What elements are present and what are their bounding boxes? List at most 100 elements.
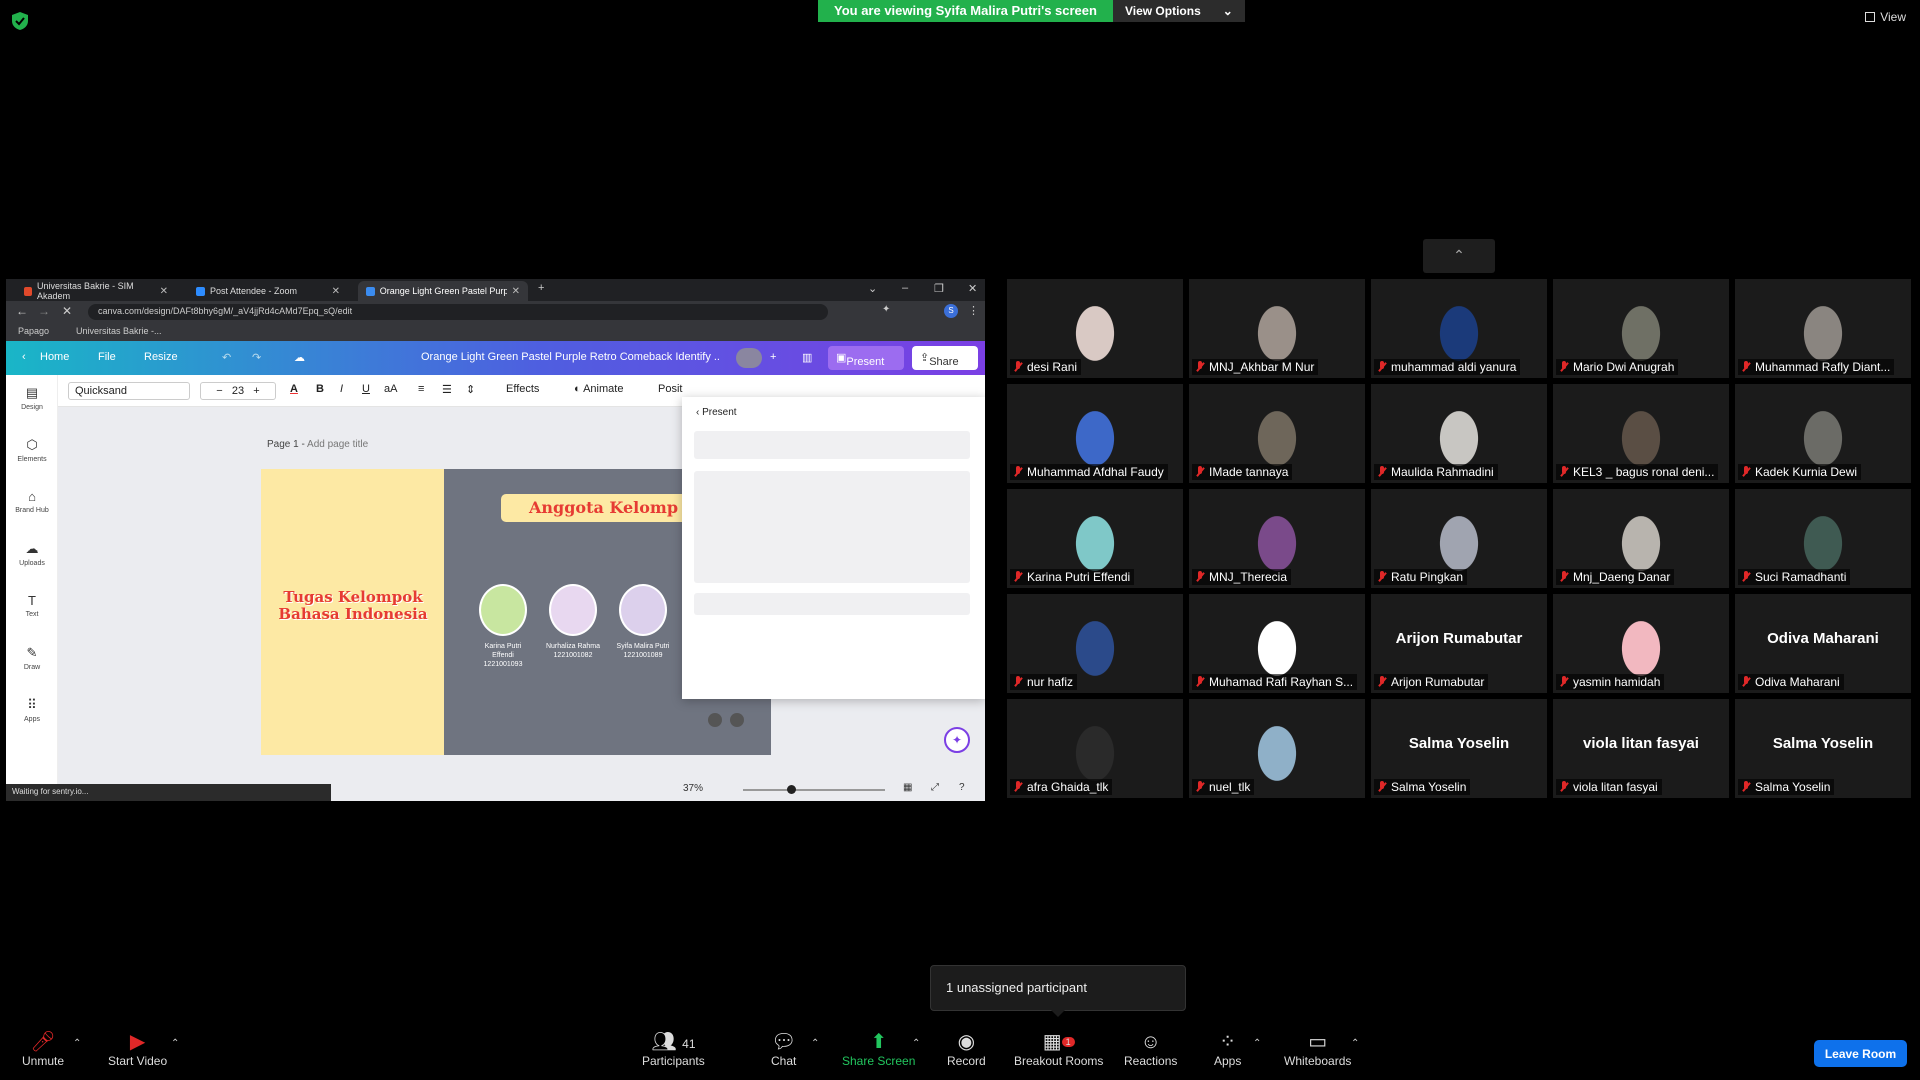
- security-shield-icon[interactable]: [12, 12, 28, 30]
- browser-tab-active[interactable]: Orange Light Green Pastel Purple ✕: [358, 281, 528, 301]
- participant-tile[interactable]: Muhamad Rafi Rayhan S...: [1189, 594, 1365, 693]
- member-card[interactable]: Syifa Malira Putri 1221001089: [615, 584, 671, 660]
- participant-tile[interactable]: viola litan fasyai viola litan fasyai: [1553, 699, 1729, 798]
- video-options-chevron-icon[interactable]: ⌃: [171, 1038, 179, 1049]
- font-size-stepper[interactable]: − 23 +: [200, 382, 276, 400]
- participant-tile[interactable]: nuel_tlk: [1189, 699, 1365, 798]
- stop-loading-icon[interactable]: ✕: [62, 304, 72, 318]
- rail-text[interactable]: T Text: [6, 593, 58, 618]
- audio-options-chevron-icon[interactable]: ⌃: [73, 1038, 81, 1049]
- fullscreen-icon[interactable]: ⤢: [931, 782, 939, 793]
- rotate-handle-icon[interactable]: [708, 713, 722, 727]
- rail-uploads[interactable]: ☁ Uploads: [6, 541, 58, 567]
- participant-tile[interactable]: Odiva Maharani Odiva Maharani: [1735, 594, 1911, 693]
- participant-tile[interactable]: Suci Ramadhanti: [1735, 489, 1911, 588]
- move-handle-icon[interactable]: [730, 713, 744, 727]
- text-case-icon[interactable]: aA: [384, 383, 397, 395]
- chat-options-chevron-icon[interactable]: ⌃: [811, 1038, 819, 1049]
- collapse-chevron-up-icon[interactable]: ⌃: [1423, 239, 1495, 273]
- resize-button[interactable]: Resize: [144, 351, 178, 363]
- participant-tile[interactable]: Mnj_Daeng Danar: [1553, 489, 1729, 588]
- file-menu[interactable]: File: [98, 351, 116, 363]
- back-icon[interactable]: ←: [16, 304, 28, 318]
- close-icon[interactable]: ✕: [332, 286, 340, 297]
- participant-tile[interactable]: MNJ_Therecia: [1189, 489, 1365, 588]
- participant-tile[interactable]: MNJ_Akhbar M Nur: [1189, 279, 1365, 378]
- participant-tile[interactable]: Salma Yoselin Salma Yoselin: [1735, 699, 1911, 798]
- participant-tile[interactable]: Kadek Kurnia Dewi: [1735, 384, 1911, 483]
- participant-tile[interactable]: Ratu Pingkan: [1371, 489, 1547, 588]
- participant-tile[interactable]: yasmin hamidah: [1553, 594, 1729, 693]
- slide-title[interactable]: Tugas Kelompok Bahasa Indonesia: [269, 589, 437, 623]
- share-button[interactable]: ⇪ Share: [912, 346, 978, 370]
- present-panel-header[interactable]: ‹ Present: [696, 407, 737, 418]
- member-card[interactable]: Nurhaliza Rahma 1221001082: [545, 584, 601, 660]
- rail-design[interactable]: ▤ Design: [6, 385, 58, 411]
- zoom-slider-handle[interactable]: [787, 785, 796, 794]
- bold-icon[interactable]: B: [316, 383, 324, 395]
- zoom-value[interactable]: 37%: [683, 783, 703, 794]
- whiteboards-button[interactable]: ▭ Whiteboards: [1284, 1030, 1351, 1068]
- zoom-slider[interactable]: [743, 789, 885, 791]
- home-button[interactable]: Home: [40, 351, 69, 363]
- member-card[interactable]: Karina Putri Effendi 1221001093: [475, 584, 531, 669]
- participant-tile[interactable]: Maulida Rahmadini: [1371, 384, 1547, 483]
- participant-tile[interactable]: Muhammad Afdhal Faudy: [1007, 384, 1183, 483]
- participant-tile[interactable]: afra Ghaida_tlk: [1007, 699, 1183, 798]
- chat-button[interactable]: 💬︎ Chat: [771, 1030, 796, 1068]
- apps-options-chevron-icon[interactable]: ⌃: [1253, 1038, 1261, 1049]
- undo-icon[interactable]: ↶: [222, 351, 231, 364]
- magic-assistant-icon[interactable]: ✦: [944, 727, 970, 753]
- rail-apps[interactable]: ⠿ Apps: [6, 697, 58, 723]
- participant-tile[interactable]: Muhammad Rafly Diant...: [1735, 279, 1911, 378]
- new-tab-icon[interactable]: +: [538, 282, 544, 294]
- participant-tile[interactable]: Salma Yoselin Salma Yoselin: [1371, 699, 1547, 798]
- close-icon[interactable]: ✕: [160, 286, 168, 297]
- italic-icon[interactable]: I: [340, 383, 343, 395]
- spacing-icon[interactable]: ⇕: [466, 383, 475, 396]
- minimize-icon[interactable]: –: [902, 282, 908, 294]
- participant-tile[interactable]: Arijon Rumabutar Arijon Rumabutar: [1371, 594, 1547, 693]
- effects-button[interactable]: Effects: [506, 383, 539, 395]
- unmute-button[interactable]: 🎤︎ Unmute: [22, 1030, 64, 1068]
- participant-tile[interactable]: Mario Dwi Anugrah: [1553, 279, 1729, 378]
- profile-avatar[interactable]: S: [944, 304, 958, 318]
- participant-tile[interactable]: muhammad aldi yanura: [1371, 279, 1547, 378]
- participant-tile[interactable]: KEL3 _ bagus ronal deni...: [1553, 384, 1729, 483]
- tab-search-icon[interactable]: ⌄: [868, 282, 877, 295]
- animate-button[interactable]: ◐ Animate: [574, 383, 623, 395]
- apps-button[interactable]: ⁘ Apps: [1214, 1030, 1241, 1068]
- forward-icon[interactable]: →: [38, 304, 50, 318]
- breakout-rooms-button[interactable]: ▦ 1 Breakout Rooms: [1014, 1030, 1103, 1068]
- participant-tile[interactable]: desi Rani: [1007, 279, 1183, 378]
- cloud-saved-icon[interactable]: ☁: [294, 351, 305, 364]
- start-video-button[interactable]: ▶︎ Start Video: [108, 1030, 167, 1068]
- participant-tile[interactable]: nur hafiz: [1007, 594, 1183, 693]
- insights-icon[interactable]: ▥: [802, 351, 812, 364]
- window-close-icon[interactable]: ✕: [968, 282, 977, 295]
- share-screen-button[interactable]: ⬆︎ Share Screen: [842, 1030, 915, 1068]
- browser-tab[interactable]: Post Attendee - Zoom ✕: [188, 281, 348, 301]
- extensions-icon[interactable]: ✦: [882, 304, 890, 315]
- record-button[interactable]: ◉ Record: [947, 1030, 986, 1068]
- help-icon[interactable]: ?: [959, 782, 965, 793]
- menu-icon[interactable]: ⋮: [968, 304, 979, 317]
- participants-button[interactable]: 👥︎ 41 Participants: [642, 1030, 705, 1068]
- add-collaborator-icon[interactable]: +: [770, 351, 776, 363]
- rail-elements[interactable]: ⬡ Elements: [6, 437, 58, 463]
- list-icon[interactable]: ☰: [442, 383, 452, 396]
- participant-tile[interactable]: IMade tannaya: [1189, 384, 1365, 483]
- url-input[interactable]: canva.com/design/DAFt8bhy6gM/_aV4jjRd4cA…: [88, 304, 828, 320]
- view-button[interactable]: View: [1865, 10, 1906, 24]
- page-title-input[interactable]: Add page title: [307, 439, 368, 450]
- leave-room-button[interactable]: Leave Room: [1814, 1040, 1907, 1067]
- present-button[interactable]: ▣ Present: [828, 346, 904, 370]
- browser-tab[interactable]: Universitas Bakrie - SIM Akadem ✕: [16, 281, 176, 301]
- collaborator-avatar[interactable]: [736, 348, 762, 368]
- participant-tile[interactable]: Karina Putri Effendi: [1007, 489, 1183, 588]
- font-family-select[interactable]: Quicksand: [68, 382, 190, 400]
- close-icon[interactable]: ✕: [512, 286, 520, 297]
- share-options-chevron-icon[interactable]: ⌃: [912, 1038, 920, 1049]
- position-button[interactable]: Posit: [658, 383, 682, 395]
- back-chevron-icon[interactable]: ‹: [22, 351, 26, 363]
